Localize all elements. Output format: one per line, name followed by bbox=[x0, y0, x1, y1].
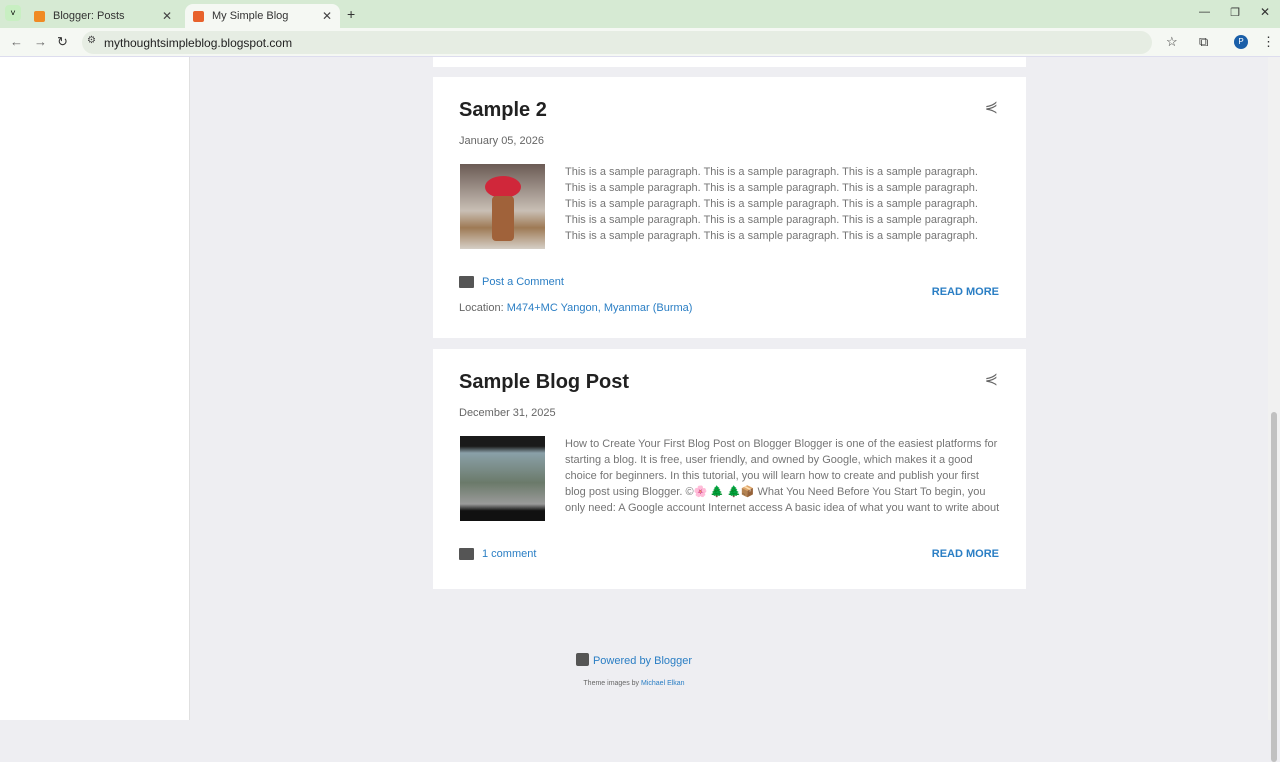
close-tab-icon[interactable]: ✕ bbox=[322, 9, 332, 23]
post-thumbnail[interactable] bbox=[460, 164, 545, 249]
post-card: Sample 2 ⋞ January 05, 2026 This is a sa… bbox=[433, 77, 1026, 338]
location-label: Location: bbox=[459, 302, 504, 314]
read-more-button[interactable]: READ MORE bbox=[932, 286, 999, 298]
post-card: Sample Blog Post ⋞ December 31, 2025 How… bbox=[433, 349, 1026, 589]
powered-by-label: Powered by Blogger bbox=[592, 655, 693, 667]
previous-post-card bbox=[433, 57, 1026, 67]
post-title[interactable]: Sample Blog Post bbox=[459, 371, 629, 394]
theme-credit: Theme images by Michael Elkan bbox=[0, 680, 1268, 687]
restore-button[interactable]: ❐ bbox=[1230, 6, 1240, 19]
post-excerpt: How to Create Your First Blog Post on Bl… bbox=[565, 438, 1000, 514]
new-tab-button[interactable]: + bbox=[347, 6, 355, 22]
site-info-icon[interactable]: ⚙ bbox=[87, 35, 96, 46]
post-location: Location: M474+MC Yangon, Myanmar (Burma… bbox=[459, 302, 692, 314]
tab-my-simple-blog[interactable]: My Simple Blog ✕ bbox=[185, 4, 340, 28]
comment-icon bbox=[459, 548, 474, 560]
share-icon[interactable]: ⋞ bbox=[985, 97, 998, 117]
close-tab-icon[interactable]: ✕ bbox=[162, 9, 172, 23]
location-link[interactable]: M474+MC Yangon, Myanmar (Burma) bbox=[507, 302, 693, 314]
reload-icon[interactable]: ↻ bbox=[57, 34, 68, 50]
comment-label: Post a Comment bbox=[482, 276, 564, 288]
close-window-button[interactable]: ✕ bbox=[1260, 5, 1270, 19]
menu-icon[interactable]: ⋮ bbox=[1262, 34, 1275, 50]
tab-blogger-posts[interactable]: Blogger: Posts ✕ bbox=[26, 4, 180, 28]
comment-icon bbox=[459, 276, 474, 288]
theme-author-link[interactable]: Michael Elkan bbox=[641, 680, 685, 687]
blog-sidebar bbox=[0, 57, 190, 720]
post-comment-link[interactable]: 1 comment bbox=[459, 548, 536, 560]
tab-label: Blogger: Posts bbox=[53, 10, 125, 22]
back-icon[interactable]: ← bbox=[10, 34, 23, 49]
post-thumbnail[interactable] bbox=[460, 436, 545, 521]
profile-avatar[interactable]: P bbox=[1234, 35, 1248, 49]
blogger-favicon bbox=[34, 10, 45, 22]
post-date[interactable]: January 05, 2026 bbox=[459, 135, 544, 147]
tab-search-button[interactable]: ˅ bbox=[5, 5, 21, 21]
url-text: mythoughtsimpleblog.blogspot.com bbox=[104, 36, 293, 50]
read-more-button[interactable]: READ MORE bbox=[932, 548, 999, 560]
extensions-icon[interactable]: ⧉ bbox=[1199, 34, 1208, 50]
share-icon[interactable]: ⋞ bbox=[985, 369, 998, 389]
page-scrollbar[interactable] bbox=[1268, 57, 1280, 762]
tab-label: My Simple Blog bbox=[212, 10, 289, 22]
post-excerpt: This is a sample paragraph. This is a sa… bbox=[565, 166, 978, 242]
tab-strip: ˅ Blogger: Posts ✕ My Simple Blog ✕ + — ❐ … bbox=[0, 0, 1280, 28]
blogger-logo-icon bbox=[575, 653, 589, 666]
bookmark-star-icon[interactable]: ☆ bbox=[1166, 34, 1178, 50]
minimize-button[interactable]: — bbox=[1199, 6, 1210, 18]
vase-image bbox=[492, 196, 514, 241]
post-title[interactable]: Sample 2 bbox=[459, 99, 547, 122]
post-comment-link[interactable]: Post a Comment bbox=[459, 276, 564, 288]
toolbar: ← → ↻ ⚙ mythoughtsimpleblog.blogspot.com … bbox=[0, 28, 1280, 57]
post-date[interactable]: December 31, 2025 bbox=[459, 407, 556, 419]
powered-by-blogger[interactable]: Powered by Blogger bbox=[0, 651, 1268, 669]
flower-image bbox=[485, 176, 521, 198]
forward-icon[interactable]: → bbox=[34, 34, 47, 49]
theme-credit-label: Theme images by bbox=[583, 680, 640, 687]
comment-label: 1 comment bbox=[482, 548, 537, 560]
address-bar[interactable]: ⚙ mythoughtsimpleblog.blogspot.com bbox=[82, 31, 1152, 54]
blogger-favicon bbox=[193, 10, 204, 22]
scrollbar-thumb[interactable] bbox=[1271, 412, 1277, 762]
